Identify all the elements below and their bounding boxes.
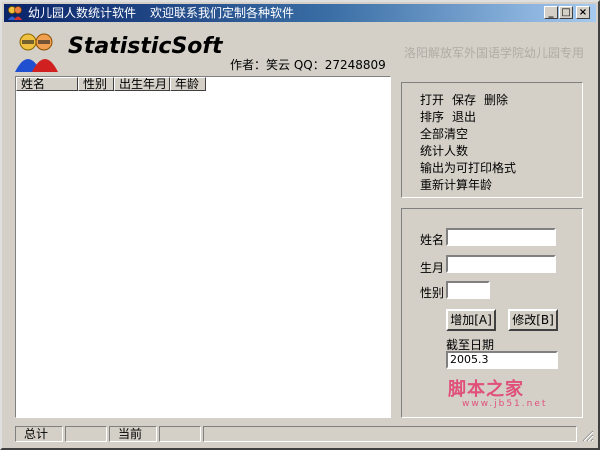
people-logo-icon [15,33,58,72]
menu-exit[interactable]: 退出 [452,108,476,125]
birth-field[interactable] [446,255,556,273]
name-label: 姓名 [420,233,445,247]
status-current-value [159,426,201,442]
add-button[interactable]: 增加[A] [446,309,496,331]
window-subtitle: 欢迎联系我们定制各种软件 [150,6,295,20]
column-header-gender[interactable]: 性别 [78,77,114,91]
title-bar[interactable]: 幼儿园人数统计软件 欢迎联系我们定制各种软件 _ □ × [4,4,596,22]
menu-open[interactable]: 打开 [420,91,444,108]
action-menu-panel: 打开 保存 删除 排序 退出 全部清空 统计人数 输出为可打印格式 重新计算年龄 [401,82,583,198]
author-info: 作者：笑云 QQ：27248809 [230,58,386,72]
watermark-url: www.jb51.net [462,399,548,409]
column-header-name[interactable]: 姓名 [16,77,78,91]
menu-save[interactable]: 保存 [452,91,476,108]
menu-export-print[interactable]: 输出为可打印格式 [420,159,516,176]
resize-grip-icon[interactable] [582,430,594,442]
entry-form-panel: 姓名 生月 性别 增加[A] 修改[B] 截至日期 2005.3 脚本之家 ww… [401,208,583,418]
modify-button[interactable]: 修改[B] [508,309,558,331]
school-label: 洛阳解放军外国语学院幼儿园专用 [404,46,585,60]
menu-clear-all[interactable]: 全部清空 [420,125,468,142]
column-header-age[interactable]: 年龄 [170,77,206,91]
app-header: StatisticSoft 作者：笑云 QQ：27248809 洛阳解放军外国语… [4,22,596,76]
brand-title: StatisticSoft [68,34,223,59]
menu-count[interactable]: 统计人数 [420,142,468,159]
window-title: 幼儿园人数统计软件 [28,6,137,20]
menu-sort[interactable]: 排序 [420,108,444,125]
main-window: 幼儿园人数统计软件 欢迎联系我们定制各种软件 _ □ × StatisticSo… [0,0,600,450]
status-message [203,426,577,442]
cutoff-date-field[interactable]: 2005.3 [446,351,558,369]
student-list[interactable]: 姓名 性别 出生年月 年龄 [15,76,391,418]
app-icon [8,6,22,20]
close-button[interactable]: × [576,6,590,19]
minimize-button[interactable]: _ [544,6,558,19]
status-total-value [65,426,107,442]
watermark-text: 脚本之家 [448,379,524,400]
column-header-birth[interactable]: 出生年月 [114,77,170,91]
birth-label: 生月 [420,261,445,275]
status-bar: 总计 当前 [4,426,596,444]
gender-field[interactable] [446,281,490,299]
status-current-label: 当前 [109,426,157,442]
name-field[interactable] [446,228,556,246]
menu-delete[interactable]: 删除 [484,91,508,108]
menu-recalc-age[interactable]: 重新计算年龄 [420,176,492,193]
gender-label: 性别 [420,286,445,300]
maximize-button[interactable]: □ [559,6,573,19]
status-total-label: 总计 [15,426,63,442]
